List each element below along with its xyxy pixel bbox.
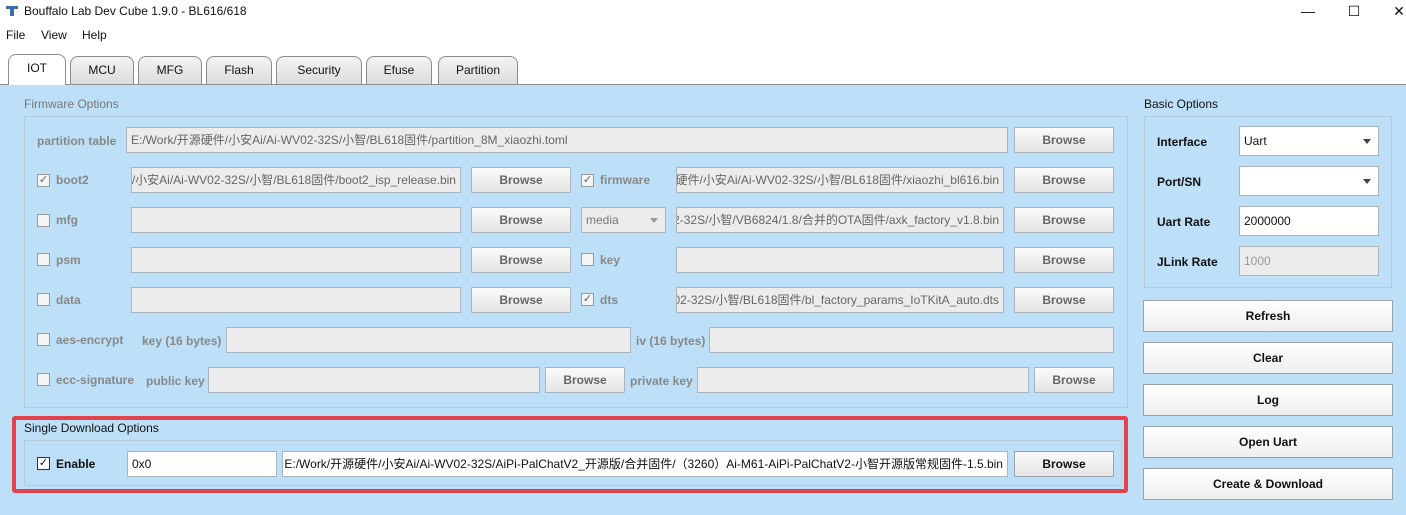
- ecc-signature-checkbox[interactable]: [37, 373, 50, 386]
- psm-label: psm: [56, 253, 81, 267]
- partition-table-label: partition table: [37, 134, 117, 148]
- aes-iv-field[interactable]: [709, 327, 1114, 353]
- basic-options-title: Basic Options: [1144, 97, 1219, 111]
- partition-table-field[interactable]: E:/Work/开源硬件/小安Ai/Ai-WV02-32S/小智/BL618固件…: [126, 127, 1008, 153]
- psm-checkbox[interactable]: [37, 253, 50, 266]
- app-icon: [6, 6, 18, 16]
- key-checkbox[interactable]: [581, 253, 594, 266]
- tab-partition[interactable]: Partition: [438, 56, 518, 84]
- private-key-field[interactable]: [697, 367, 1029, 393]
- private-key-browse-button[interactable]: Browse: [1034, 367, 1114, 393]
- boot2-checkbox[interactable]: ✓: [37, 174, 50, 187]
- chevron-down-icon: [1363, 179, 1371, 184]
- tab-iot[interactable]: IOT: [8, 54, 66, 85]
- key-browse-button[interactable]: Browse: [1014, 247, 1114, 273]
- window-title: Bouffalo Lab Dev Cube 1.9.0 - BL616/618: [24, 4, 247, 18]
- aes-encrypt-checkbox[interactable]: [37, 333, 50, 346]
- jlink-rate-label: JLink Rate: [1157, 255, 1218, 269]
- highlight-box: [12, 416, 1128, 493]
- tab-flash[interactable]: Flash: [206, 56, 272, 84]
- data-path-field[interactable]: [131, 287, 461, 313]
- log-button[interactable]: Log: [1143, 384, 1393, 416]
- uart-rate-label: Uart Rate: [1157, 215, 1211, 229]
- interface-label: Interface: [1157, 135, 1208, 149]
- uart-rate-field[interactable]: 2000000: [1239, 206, 1379, 236]
- private-key-label: private key: [630, 374, 693, 388]
- dts-label: dts: [600, 293, 618, 307]
- mfg-path-field[interactable]: [131, 207, 461, 233]
- firmware-path-field[interactable]: E:/Work/开源硬件/小安Ai/Ai-WV02-32S/小智/BL618固件…: [676, 167, 1004, 193]
- psm-browse-button[interactable]: Browse: [471, 247, 571, 273]
- menu-bar: File View Help: [0, 24, 1406, 46]
- menu-file[interactable]: File: [6, 28, 25, 42]
- menu-view[interactable]: View: [41, 28, 67, 42]
- dts-path-field[interactable]: E:/Work/开源硬件/小安Ai/Ai-WV02-32S/小智/BL618固件…: [676, 287, 1004, 313]
- title-bar: Bouffalo Lab Dev Cube 1.9.0 - BL616/618 …: [0, 0, 1406, 24]
- tab-strip: IOT MCU MFG Flash Security Efuse Partiti…: [0, 46, 1406, 86]
- firmware-options-title: Firmware Options: [24, 97, 119, 111]
- public-key-browse-button[interactable]: Browse: [545, 367, 625, 393]
- close-button[interactable]: ✕: [1376, 0, 1406, 24]
- public-key-field[interactable]: [208, 367, 540, 393]
- dts-browse-button[interactable]: Browse: [1014, 287, 1114, 313]
- media-select[interactable]: media: [581, 207, 666, 233]
- open-uart-button[interactable]: Open Uart: [1143, 426, 1393, 458]
- aes-key-label: key (16 bytes): [142, 334, 222, 348]
- port-sn-select[interactable]: [1239, 166, 1379, 196]
- aes-iv-label: iv (16 bytes): [636, 334, 706, 348]
- data-label: data: [56, 293, 81, 307]
- mfg-checkbox[interactable]: [37, 214, 50, 227]
- firmware-checkbox[interactable]: ✓: [581, 174, 594, 187]
- boot2-browse-button[interactable]: Browse: [471, 167, 571, 193]
- boot2-path-field[interactable]: E:/Work/开源硬件/小安Ai/Ai-WV02-32S/小智/BL618固件…: [131, 167, 461, 193]
- dts-checkbox[interactable]: ✓: [581, 293, 594, 306]
- minimize-button[interactable]: —: [1285, 0, 1331, 24]
- tab-mcu[interactable]: MCU: [70, 56, 134, 84]
- tab-efuse[interactable]: Efuse: [366, 56, 432, 84]
- refresh-button[interactable]: Refresh: [1143, 300, 1393, 332]
- interface-select[interactable]: Uart: [1239, 126, 1379, 156]
- jlink-rate-field[interactable]: 1000: [1239, 246, 1379, 276]
- firmware-browse-button[interactable]: Browse: [1014, 167, 1114, 193]
- boot2-label: boot2: [56, 173, 89, 187]
- data-browse-button[interactable]: Browse: [471, 287, 571, 313]
- firmware-label: firmware: [600, 173, 651, 187]
- menu-help[interactable]: Help: [82, 28, 107, 42]
- maximize-button[interactable]: ☐: [1331, 0, 1377, 24]
- create-download-button[interactable]: Create & Download: [1143, 468, 1393, 500]
- media-path-field[interactable]: E:/Work/开源硬件/小安Ai/Ai-WV02-32S/小智/VB6824/…: [676, 207, 1004, 233]
- chevron-down-icon: [650, 218, 658, 223]
- mfg-browse-button[interactable]: Browse: [471, 207, 571, 233]
- ecc-signature-label: ecc-signature: [56, 373, 135, 387]
- clear-button[interactable]: Clear: [1143, 342, 1393, 374]
- chevron-down-icon: [1363, 139, 1371, 144]
- tab-mfg[interactable]: MFG: [138, 56, 202, 84]
- key-label: key: [600, 253, 621, 267]
- aes-encrypt-label: aes-encrypt: [56, 333, 124, 347]
- tab-security[interactable]: Security: [276, 56, 362, 84]
- media-browse-button[interactable]: Browse: [1014, 207, 1114, 233]
- key-path-field[interactable]: [676, 247, 1004, 273]
- partition-table-browse-button[interactable]: Browse: [1014, 127, 1114, 153]
- data-checkbox[interactable]: [37, 293, 50, 306]
- public-key-label: public key: [146, 374, 205, 388]
- aes-key-field[interactable]: [226, 327, 631, 353]
- port-sn-label: Port/SN: [1157, 175, 1202, 189]
- mfg-label: mfg: [56, 213, 78, 227]
- psm-path-field[interactable]: [131, 247, 461, 273]
